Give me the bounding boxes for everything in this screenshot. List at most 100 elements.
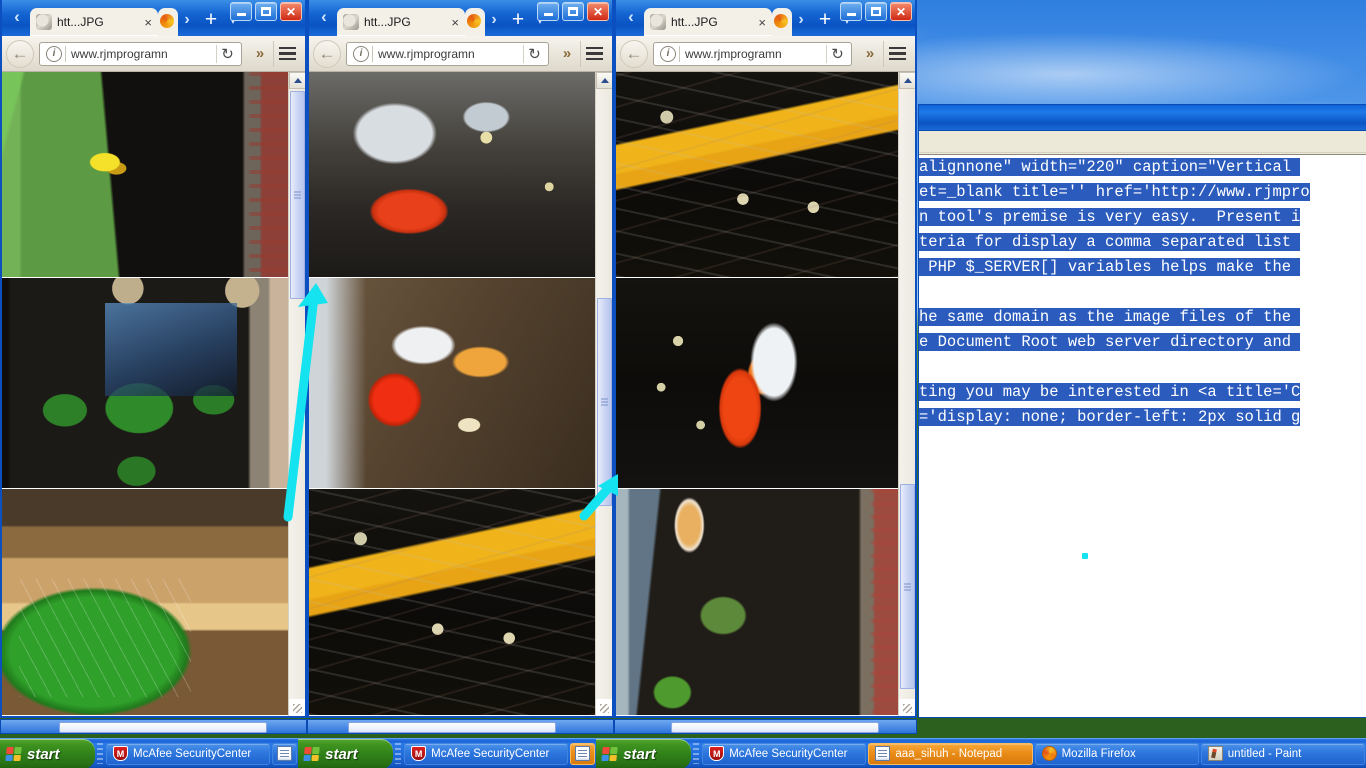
- taskbar-item-mozilla-firefox[interactable]: Mozilla Firefox: [1034, 742, 1199, 765]
- close-button[interactable]: ✕: [587, 2, 609, 21]
- tab-scroll-left-icon[interactable]: ‹: [315, 6, 333, 28]
- notepad-window[interactable]: alignnone" width="220" caption="Vertical…: [918, 104, 1366, 718]
- notepad-menubar[interactable]: [919, 131, 1366, 153]
- scroll-up-arrow-icon[interactable]: [289, 72, 305, 89]
- notepad-titlebar[interactable]: [919, 105, 1366, 131]
- address-bar[interactable]: i www.rjmprogramn ↻: [346, 41, 549, 66]
- browser-window-2[interactable]: ‹ htt...JPG × › + ▾ ✕ ← i www.rjmprogram…: [307, 0, 614, 718]
- tab-close-icon[interactable]: ×: [448, 15, 459, 30]
- photo-pond-with-lily-leaves[interactable]: [2, 278, 288, 489]
- reload-icon[interactable]: ↻: [826, 44, 848, 63]
- tab-1[interactable]: htt...JPG ×: [30, 8, 158, 36]
- taskbar-item-mcafee-securitycenter-2[interactable]: McAfee SecurityCenter: [404, 742, 569, 765]
- toolbar-overflow-icon[interactable]: »: [554, 45, 580, 62]
- start-button-1[interactable]: start: [0, 739, 95, 768]
- navigation-toolbar-1[interactable]: ← i www.rjmprogramn ↻ »: [2, 36, 305, 72]
- vertical-scrollbar-3[interactable]: [898, 72, 915, 716]
- menu-hamburger-icon[interactable]: [580, 40, 608, 67]
- titlebar-2[interactable]: ‹ htt...JPG × › + ▾ ✕: [309, 0, 612, 36]
- vertical-scrollbar-1[interactable]: [288, 72, 305, 716]
- tab-scroll-left-icon[interactable]: ‹: [8, 6, 26, 28]
- tab-scroll-right-icon[interactable]: ›: [178, 8, 196, 32]
- site-identity-icon[interactable]: i: [353, 45, 369, 62]
- scroll-thumb[interactable]: [900, 484, 915, 689]
- taskbar-item-untitled-paint[interactable]: untitled - Paint: [1200, 742, 1365, 765]
- site-identity-icon[interactable]: i: [46, 45, 62, 62]
- close-button[interactable]: ✕: [280, 2, 302, 21]
- site-identity-icon[interactable]: i: [660, 45, 676, 62]
- browser-window-1[interactable]: ‹ htt...JPG × › + ▾ ✕ ← i www.rjmprogram…: [0, 0, 307, 718]
- toolbar-overflow-icon[interactable]: »: [857, 45, 883, 62]
- scroll-up-arrow-icon[interactable]: [899, 72, 915, 89]
- titlebar-3[interactable]: ‹ htt...JPG × › + ▾ ✕: [616, 0, 915, 36]
- menu-hamburger-icon[interactable]: [273, 40, 301, 67]
- browser-window-3[interactable]: ‹ htt...JPG × › + ▾ ✕ ← i www.rjmprogram…: [614, 0, 917, 718]
- taskbar-item-aaa-sihuh-notepad[interactable]: aaa_sihuh - Notepad: [868, 742, 1033, 765]
- photo-green-leaf-closeup[interactable]: [2, 489, 288, 716]
- horizontal-scrollbar-2[interactable]: [307, 719, 614, 734]
- new-tab-button[interactable]: +: [200, 9, 222, 31]
- photo-pond-with-yellow-flower[interactable]: [2, 72, 288, 278]
- taskbar-grip[interactable]: [97, 743, 103, 764]
- photo-koi-gold-in-dark-pond[interactable]: [309, 489, 595, 716]
- horizontal-scrollbar-3[interactable]: [614, 719, 917, 734]
- scroll-thumb[interactable]: [59, 722, 267, 733]
- photo-pond-overhead-with-koi[interactable]: [616, 489, 898, 716]
- photo-koi-red-white-feeding[interactable]: [309, 278, 595, 489]
- photo-koi-white-red-blurred[interactable]: [309, 72, 595, 278]
- tab-scroll-right-icon[interactable]: ›: [485, 8, 503, 32]
- back-button[interactable]: ←: [620, 39, 648, 68]
- taskbar[interactable]: start McAfee SecurityCenter start McAfee…: [0, 738, 1366, 768]
- minimize-button[interactable]: [230, 2, 252, 21]
- scroll-thumb[interactable]: [348, 722, 556, 733]
- tab-close-icon[interactable]: ×: [141, 15, 152, 30]
- tab-close-icon[interactable]: ×: [755, 15, 766, 30]
- photo-koi-orange-white-overhead[interactable]: [616, 278, 898, 489]
- minimize-button[interactable]: [537, 2, 559, 21]
- navigation-toolbar-3[interactable]: ← i www.rjmprogramn ↻ »: [616, 36, 915, 72]
- reload-icon[interactable]: ↻: [216, 44, 238, 63]
- scrollbar-resize-grip[interactable]: [898, 699, 915, 716]
- back-button[interactable]: ←: [313, 39, 341, 68]
- maximize-button[interactable]: [865, 2, 887, 21]
- scroll-thumb[interactable]: [290, 91, 305, 299]
- tab-1[interactable]: htt...JPG ×: [644, 8, 772, 36]
- taskbar-grip[interactable]: [395, 743, 402, 764]
- tab-2-partial[interactable]: [772, 8, 792, 36]
- reload-icon[interactable]: ↻: [523, 44, 545, 63]
- tab-scroll-right-icon[interactable]: ›: [792, 8, 810, 32]
- new-tab-button[interactable]: +: [814, 9, 836, 31]
- tab-2-partial[interactable]: [465, 8, 485, 36]
- back-button[interactable]: ←: [6, 39, 34, 68]
- taskbar-item-mcafee-securitycenter-1[interactable]: McAfee SecurityCenter: [106, 742, 271, 765]
- scroll-up-arrow-icon[interactable]: [596, 72, 612, 89]
- horizontal-scrollbar-1[interactable]: [0, 719, 307, 734]
- notepad-text-area[interactable]: alignnone" width="220" caption="Vertical…: [919, 154, 1366, 717]
- taskbar-item-mcafee-securitycenter-3[interactable]: McAfee SecurityCenter: [702, 742, 867, 765]
- maximize-button[interactable]: [562, 2, 584, 21]
- taskbar-grip[interactable]: [693, 743, 700, 764]
- start-button-2[interactable]: start: [298, 739, 394, 768]
- scrollbar-resize-grip[interactable]: [288, 699, 305, 716]
- navigation-toolbar-2[interactable]: ← i www.rjmprogramn ↻ »: [309, 36, 612, 72]
- taskbar-item-notepad-1[interactable]: [272, 742, 298, 765]
- close-button[interactable]: ✕: [890, 2, 912, 21]
- tab-1[interactable]: htt...JPG ×: [337, 8, 465, 36]
- tab-scroll-left-icon[interactable]: ‹: [622, 6, 640, 28]
- maximize-button[interactable]: [255, 2, 277, 21]
- start-button-3[interactable]: start: [596, 739, 692, 768]
- new-tab-button[interactable]: +: [507, 9, 529, 31]
- taskbar-item-notepad-2[interactable]: [570, 742, 596, 765]
- titlebar-1[interactable]: ‹ htt...JPG × › + ▾ ✕: [2, 0, 305, 36]
- scrollbar-resize-grip[interactable]: [595, 699, 612, 716]
- toolbar-overflow-icon[interactable]: »: [247, 45, 273, 62]
- vertical-scrollbar-2[interactable]: [595, 72, 612, 716]
- address-bar[interactable]: i www.rjmprogramn ↻: [39, 41, 242, 66]
- address-bar[interactable]: i www.rjmprogramn ↻: [653, 41, 852, 66]
- menu-hamburger-icon[interactable]: [883, 40, 911, 67]
- minimize-button[interactable]: [840, 2, 862, 21]
- scroll-thumb[interactable]: [671, 722, 879, 733]
- tab-2-partial[interactable]: [158, 8, 178, 36]
- photo-koi-gold-in-dark-pond[interactable]: [616, 72, 898, 278]
- scroll-thumb[interactable]: [597, 298, 612, 506]
